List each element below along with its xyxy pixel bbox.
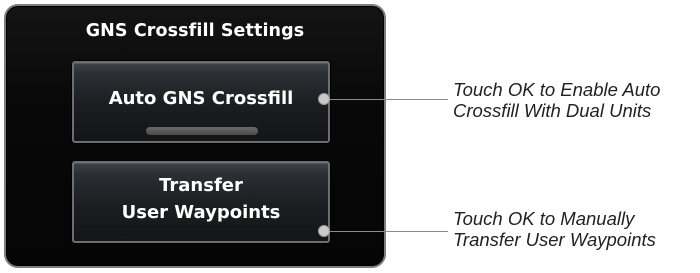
transfer-waypoints-callout-dot xyxy=(318,225,330,237)
auto-crossfill-callout-dot xyxy=(318,93,330,105)
transfer-waypoints-callout-text: Touch OK to Manually Transfer User Waypo… xyxy=(453,208,656,250)
transfer-waypoints-callout-line2: Transfer User Waypoints xyxy=(453,229,656,250)
transfer-user-waypoints-button[interactable]: Transfer User Waypoints xyxy=(72,161,330,243)
auto-crossfill-callout-text: Touch OK to Enable Auto Crossfill With D… xyxy=(453,79,660,121)
transfer-waypoints-callout-line xyxy=(324,231,448,232)
transfer-waypoints-callout-line1: Touch OK to Manually xyxy=(453,208,635,229)
transfer-button-label-line2: User Waypoints xyxy=(121,202,281,223)
auto-gns-crossfill-label: Auto GNS Crossfill xyxy=(108,88,294,109)
auto-crossfill-status-indicator xyxy=(146,127,258,135)
panel-title: GNS Crossfill Settings xyxy=(85,21,305,41)
auto-crossfill-callout-line2: Crossfill With Dual Units xyxy=(453,100,652,121)
page: GNS Crossfill Settings Auto GNS Crossfil… xyxy=(0,0,700,273)
auto-gns-crossfill-button[interactable]: Auto GNS Crossfill xyxy=(72,61,330,143)
transfer-button-label-line1: Transfer xyxy=(159,175,243,196)
auto-crossfill-callout-line1: Touch OK to Enable Auto xyxy=(453,79,661,100)
auto-crossfill-callout-line xyxy=(324,99,448,100)
